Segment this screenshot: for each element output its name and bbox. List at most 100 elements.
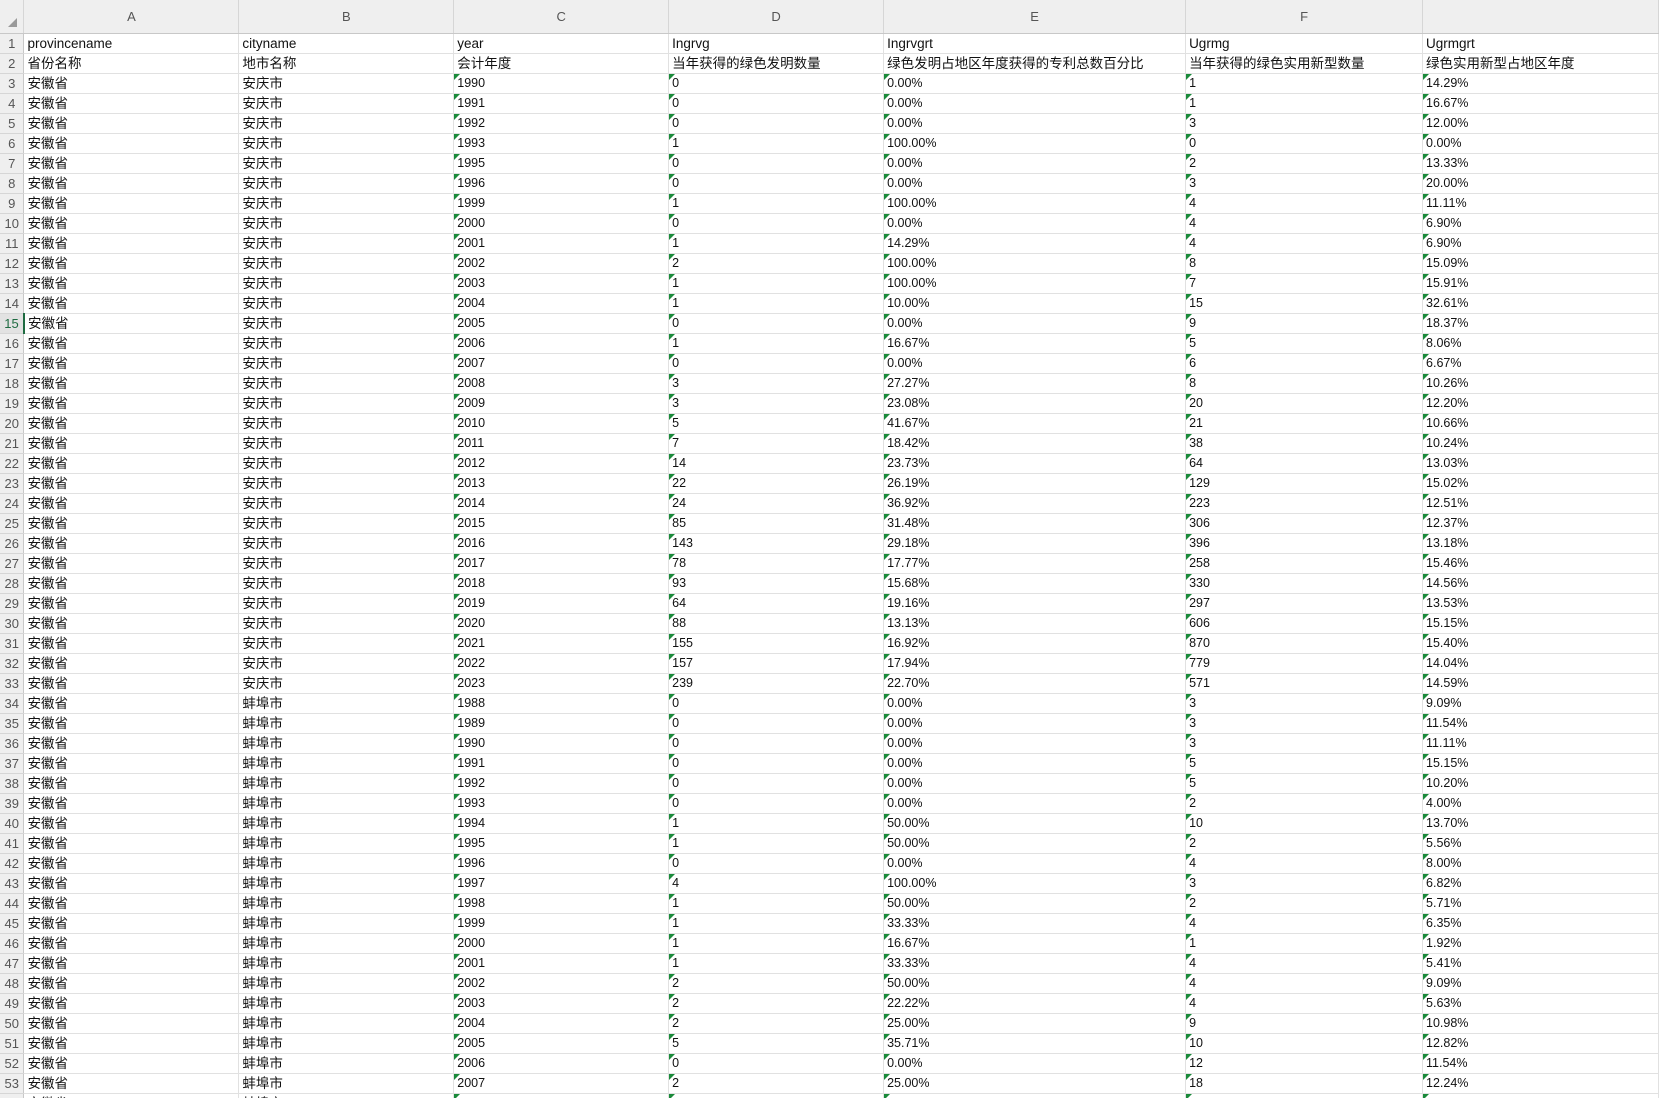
row-header[interactable]: 21 [0, 433, 25, 454]
row-header[interactable]: 40 [0, 813, 25, 834]
cell[interactable]: 2004 [453, 293, 670, 314]
cell[interactable]: 1990 [453, 733, 670, 754]
cell[interactable]: 155 [668, 633, 885, 654]
row-header[interactable]: 28 [0, 573, 25, 594]
row-header[interactable]: 8 [0, 173, 25, 194]
cell[interactable]: 2023 [453, 673, 670, 694]
cell[interactable]: 2007 [453, 1073, 670, 1094]
cell[interactable]: 0 [668, 1053, 885, 1074]
cell[interactable]: 会计年度 [453, 53, 670, 74]
cell[interactable]: 蚌埠市 [238, 833, 455, 854]
cell[interactable]: 15.40% [1422, 633, 1659, 654]
cell[interactable]: 13.18% [1422, 533, 1659, 554]
cell[interactable]: 571 [1185, 673, 1424, 694]
cell[interactable]: 1996 [453, 173, 670, 194]
cell[interactable]: 安徽省 [23, 233, 240, 254]
row-header[interactable]: 12 [0, 253, 25, 274]
cell[interactable]: 15.46% [1422, 553, 1659, 574]
cell[interactable]: 安徽省 [23, 973, 240, 994]
row-header[interactable]: 48 [0, 973, 25, 994]
cell[interactable]: 安庆市 [238, 73, 455, 94]
cell[interactable]: 安徽省 [23, 1013, 240, 1034]
cell[interactable]: 606 [1185, 613, 1424, 634]
cell[interactable]: 25.00% [883, 1013, 1187, 1034]
cell[interactable]: 2000 [453, 933, 670, 954]
cell[interactable]: 2002 [453, 973, 670, 994]
cell[interactable]: 16.67% [1422, 93, 1659, 114]
cell[interactable]: 100.00% [883, 133, 1187, 154]
cell[interactable]: 2010 [453, 413, 670, 434]
cell[interactable]: 安庆市 [238, 273, 455, 294]
cell[interactable]: 0.00% [883, 93, 1187, 114]
cell[interactable]: 5 [668, 1033, 885, 1054]
row-header[interactable]: 52 [0, 1053, 25, 1074]
cell[interactable]: 1 [668, 893, 885, 914]
cell[interactable]: 2 [1185, 893, 1424, 914]
cell[interactable]: cityname [238, 33, 455, 54]
cell[interactable]: 安徽省 [23, 113, 240, 134]
cell[interactable]: 2 [668, 973, 885, 994]
cell[interactable]: 安庆市 [238, 473, 455, 494]
cell[interactable]: 安徽省 [23, 893, 240, 914]
cell[interactable]: 9.09% [1422, 973, 1659, 994]
cell[interactable]: 0.00% [883, 1053, 1187, 1074]
cell[interactable]: 0.00% [883, 693, 1187, 714]
cell[interactable]: 安徽省 [23, 653, 240, 674]
cell[interactable]: 蚌埠市 [238, 753, 455, 774]
cell[interactable]: 安徽省 [23, 713, 240, 734]
cell[interactable]: 安徽省 [23, 493, 240, 514]
cell[interactable]: 17.77% [883, 553, 1187, 574]
row-header[interactable]: 6 [0, 133, 25, 154]
column-header-e[interactable]: E [883, 0, 1187, 34]
cell[interactable]: 6.90% [1422, 213, 1659, 234]
row-header[interactable]: 14 [0, 293, 25, 314]
cell[interactable]: 9 [1185, 1013, 1424, 1034]
cell[interactable]: 安庆市 [238, 573, 455, 594]
cell[interactable]: 安徽省 [23, 753, 240, 774]
cell[interactable]: 安徽省 [23, 1053, 240, 1074]
row-header[interactable]: 7 [0, 153, 25, 174]
cell[interactable]: 29.18% [883, 533, 1187, 554]
cell[interactable]: 安徽省 [23, 193, 240, 214]
cell[interactable]: 8 [1185, 373, 1424, 394]
cell[interactable]: 2013 [453, 473, 670, 494]
cell[interactable]: 13.70% [1422, 813, 1659, 834]
cell[interactable]: 1 [668, 193, 885, 214]
cell[interactable]: 1992 [453, 773, 670, 794]
row-header[interactable]: 32 [0, 653, 25, 674]
cell[interactable]: 安庆市 [238, 413, 455, 434]
cell[interactable]: 2 [668, 253, 885, 274]
cell[interactable]: 50.00% [883, 893, 1187, 914]
cell[interactable]: 安庆市 [238, 253, 455, 274]
cell[interactable]: 安庆市 [238, 373, 455, 394]
cell[interactable]: 安徽省 [23, 933, 240, 954]
cell[interactable]: 20.00% [1422, 173, 1659, 194]
cell[interactable]: 41.67% [883, 413, 1187, 434]
cell[interactable]: 10 [1185, 813, 1424, 834]
cell[interactable]: 2003 [453, 993, 670, 1014]
row-header[interactable]: 19 [0, 393, 25, 414]
cell[interactable]: 38 [1185, 433, 1424, 454]
cell[interactable]: 16.67% [883, 333, 1187, 354]
cell[interactable]: 3 [668, 393, 885, 414]
cell[interactable]: 1993 [453, 793, 670, 814]
cell[interactable]: 1999 [453, 913, 670, 934]
cell[interactable]: 11.11% [1422, 733, 1659, 754]
cell[interactable]: 2008 [453, 1093, 670, 1098]
row-header[interactable]: 35 [0, 713, 25, 734]
cell[interactable]: 安徽省 [23, 313, 240, 334]
cell[interactable]: 31.48% [883, 513, 1187, 534]
cell[interactable]: 1996 [453, 853, 670, 874]
cell[interactable]: 安徽省 [23, 673, 240, 694]
cell[interactable]: 1 [1185, 933, 1424, 954]
row-header[interactable]: 16 [0, 333, 25, 354]
cell[interactable]: 0.00% [1422, 133, 1659, 154]
row-header[interactable]: 30 [0, 613, 25, 634]
row-header[interactable]: 33 [0, 673, 25, 694]
cell[interactable]: 安徽省 [23, 173, 240, 194]
cell[interactable]: 绿色实用新型占地区年度 [1422, 53, 1659, 74]
cell[interactable]: 蚌埠市 [238, 913, 455, 934]
cell[interactable]: 5 [1185, 753, 1424, 774]
cell[interactable]: 2011 [453, 433, 670, 454]
cell[interactable]: 0.00% [883, 733, 1187, 754]
